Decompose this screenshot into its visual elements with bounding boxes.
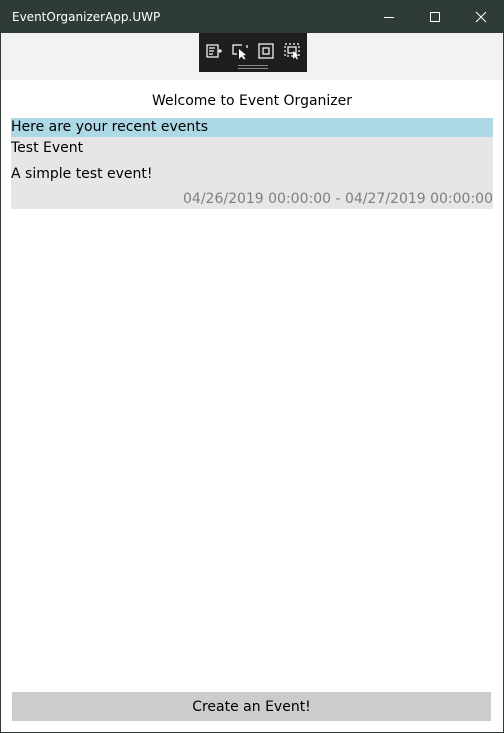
- track-focused-element-button[interactable]: [281, 40, 303, 62]
- create-event-button[interactable]: Create an Event!: [12, 692, 491, 721]
- maximize-button[interactable]: [412, 1, 458, 33]
- select-element-button[interactable]: [229, 40, 251, 62]
- event-title: Test Event: [11, 140, 84, 156]
- toolbar-drag-handle[interactable]: [238, 65, 268, 69]
- maximize-icon: [430, 12, 440, 22]
- title-bar[interactable]: EventOrganizerApp.UWP: [1, 1, 503, 33]
- page-heading: Welcome to Event Organizer: [151, 93, 353, 109]
- display-layout-adorners-button[interactable]: [255, 40, 277, 62]
- app-window: EventOrganizerApp.UWP Welcome to Event O…: [0, 0, 504, 733]
- list-item[interactable]: Test Event A simple test event! 04/26/20…: [11, 137, 493, 209]
- live-visual-tree-icon: [206, 44, 222, 58]
- recent-events-header: Here are your recent events: [11, 118, 493, 137]
- select-element-icon: [232, 44, 248, 60]
- minimize-button[interactable]: [366, 1, 412, 33]
- live-visual-tree-button[interactable]: [203, 40, 225, 62]
- event-description: A simple test event!: [11, 166, 153, 182]
- window-title: EventOrganizerApp.UWP: [12, 10, 161, 24]
- close-icon: [475, 11, 487, 23]
- track-focused-element-icon: [284, 43, 300, 60]
- event-dates: 04/26/2019 00:00:00 - 04/27/2019 00:00:0…: [183, 191, 493, 207]
- minimize-icon: [384, 17, 394, 18]
- close-button[interactable]: [458, 1, 503, 33]
- debug-toolbar: [199, 33, 307, 72]
- display-layout-adorners-icon: [258, 43, 274, 59]
